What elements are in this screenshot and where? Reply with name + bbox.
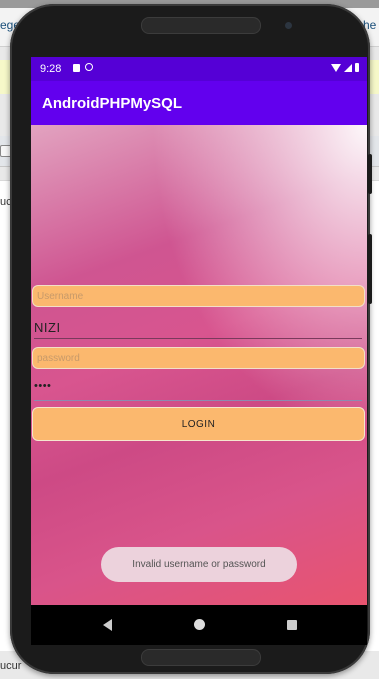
recents-nav-icon[interactable] xyxy=(287,620,297,630)
power-button[interactable] xyxy=(368,154,372,194)
volume-button[interactable] xyxy=(368,234,372,304)
cell-signal-icon xyxy=(344,63,352,72)
desktop-fragment-bottom: ucur xyxy=(0,660,22,672)
navigation-bar xyxy=(31,605,367,645)
wifi-icon xyxy=(331,63,341,72)
username-label-box: Username xyxy=(32,285,365,307)
home-nav-icon[interactable] xyxy=(194,619,205,630)
bottom-speaker xyxy=(141,649,261,666)
top-speaker xyxy=(141,17,261,34)
sync-status-icon xyxy=(85,63,93,71)
status-time: 9:28 xyxy=(40,63,62,75)
back-nav-icon[interactable] xyxy=(103,619,112,631)
toast-message: Invalid username or password xyxy=(101,547,297,582)
login-screen: Username NIZI password •••• LOGIN Invali… xyxy=(31,125,367,605)
password-underline xyxy=(34,400,362,401)
battery-icon xyxy=(355,63,359,72)
front-camera xyxy=(285,22,292,29)
username-input[interactable]: NIZI xyxy=(34,320,61,335)
login-button[interactable]: LOGIN xyxy=(32,407,365,441)
password-placeholder: password xyxy=(37,353,80,364)
lock-status-icon xyxy=(73,64,80,72)
username-underline xyxy=(34,338,362,339)
password-label-box: password xyxy=(32,347,365,369)
app-title: AndroidPHPMySQL xyxy=(42,95,183,112)
app-bar: AndroidPHPMySQL xyxy=(31,81,367,125)
status-indicators xyxy=(331,63,359,72)
username-placeholder: Username xyxy=(37,291,84,302)
status-bar: 9:28 xyxy=(31,57,367,81)
password-input[interactable]: •••• xyxy=(34,380,51,392)
phone-screen: 9:28 AndroidPHPMySQL Username NIZI passw… xyxy=(31,57,367,645)
phone-emulator: 9:28 AndroidPHPMySQL Username NIZI passw… xyxy=(10,4,372,674)
